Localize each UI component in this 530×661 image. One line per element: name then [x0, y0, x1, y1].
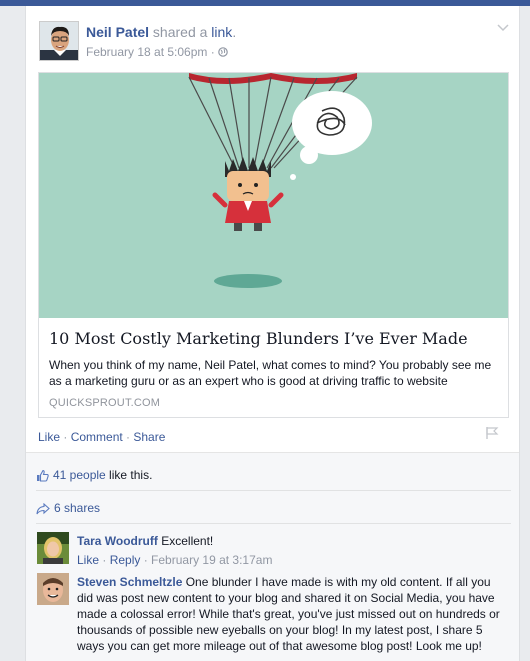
- likes-suffix: like this.: [105, 468, 153, 482]
- chevron-down-icon[interactable]: [496, 22, 510, 32]
- action-dot: ·: [122, 430, 134, 444]
- story-header: Neil Patel shared a link.: [86, 24, 236, 40]
- post-timestamp[interactable]: February 18 at 5:06pm: [86, 45, 207, 59]
- action-end: .: [232, 24, 237, 40]
- divider: [36, 490, 511, 491]
- likes-count[interactable]: 41 people: [53, 468, 106, 482]
- commenter-avatar[interactable]: [37, 532, 69, 564]
- shares-row: 6 shares: [36, 501, 100, 515]
- meta-separator: ·: [207, 45, 219, 59]
- author-name[interactable]: Neil Patel: [86, 24, 149, 40]
- action-dot: ·: [60, 430, 71, 444]
- thumbs-up-icon: [36, 468, 53, 482]
- author-avatar[interactable]: [39, 21, 79, 61]
- comment-action[interactable]: Comment: [71, 430, 123, 444]
- right-gutter: [520, 6, 530, 661]
- link-domain: QUICKSPROUT.COM: [49, 397, 161, 409]
- like-action[interactable]: Like: [38, 430, 60, 444]
- comment-dot: ·: [99, 553, 110, 567]
- shared-link-attachment[interactable]: 10 Most Costly Marketing Blunders I’ve E…: [38, 72, 509, 418]
- comment-dot: ·: [140, 553, 152, 567]
- share-action[interactable]: Share: [133, 430, 165, 444]
- shared-link[interactable]: link: [211, 24, 232, 40]
- link-description: When you think of my name, Neil Patel, w…: [49, 358, 492, 388]
- left-gutter: [0, 6, 25, 661]
- feed-story: Neil Patel shared a link. February 18 at…: [25, 6, 520, 661]
- divider: [36, 523, 511, 524]
- comment: Steven Schmeltzle One blunder I have mad…: [77, 574, 507, 654]
- commenter-name[interactable]: Steven Schmeltzle: [77, 575, 182, 589]
- comment-reply-link[interactable]: Reply: [110, 553, 141, 567]
- share-arrow-icon: [36, 501, 54, 515]
- action-text: shared a: [149, 24, 212, 40]
- comment-like-link[interactable]: Like: [77, 553, 99, 567]
- comment: Tara Woodruff Excellent! Like · Reply · …: [77, 533, 507, 568]
- globe-icon: [218, 45, 228, 59]
- story-actions: Like · Comment · Share: [38, 430, 165, 444]
- shares-count[interactable]: 6 shares: [54, 501, 100, 515]
- story-meta: February 18 at 5:06pm ·: [86, 45, 228, 59]
- comment-meta: Like · Reply · February 19 at 3:17am: [77, 552, 507, 568]
- flag-icon[interactable]: [485, 426, 499, 440]
- commenter-name[interactable]: Tara Woodruff: [77, 534, 158, 548]
- likes-row: 41 people like this.: [36, 468, 152, 482]
- comment-time[interactable]: February 19 at 3:17am: [151, 553, 272, 567]
- link-title[interactable]: 10 Most Costly Marketing Blunders I’ve E…: [49, 329, 468, 348]
- link-preview-image[interactable]: [39, 73, 508, 318]
- commenter-avatar[interactable]: [37, 573, 69, 605]
- comment-text: Excellent!: [157, 534, 214, 548]
- feedback-section: 41 people like this. 6 shares Tara Woodr…: [26, 452, 519, 661]
